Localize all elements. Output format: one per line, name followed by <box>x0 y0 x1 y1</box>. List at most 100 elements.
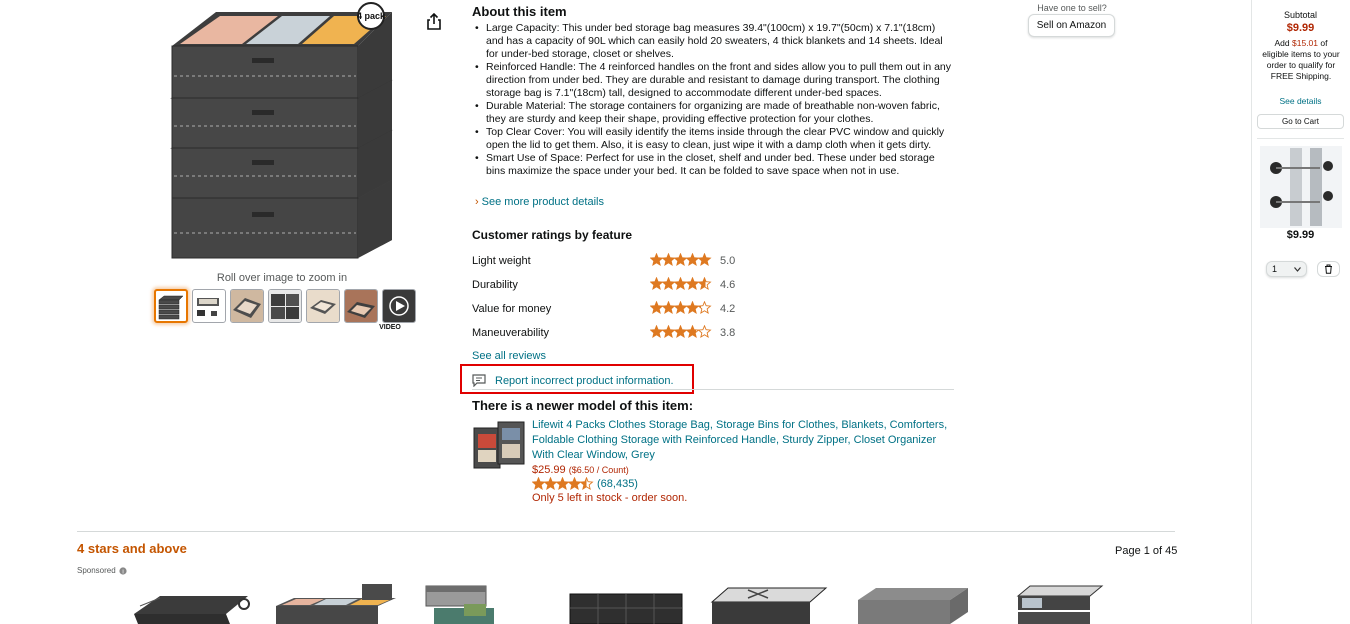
newer-model-image[interactable] <box>472 420 527 472</box>
star-icon <box>579 477 594 490</box>
thumbnail-6[interactable] <box>344 289 378 323</box>
cart-item-price: $9.99 <box>1286 229 1315 241</box>
sell-on-amazon-button[interactable]: Sell on Amazon <box>1028 14 1115 37</box>
star-icon <box>697 301 712 314</box>
sponsored-product-4[interactable] <box>568 584 686 624</box>
star-rating-icon <box>650 325 712 338</box>
see-all-reviews-link[interactable]: See all reviews <box>472 350 546 362</box>
rating-label: Light weight <box>472 255 531 267</box>
thumbnail-5[interactable] <box>306 289 340 323</box>
add-amount: $15.01 <box>1292 38 1319 48</box>
rating-value: 4.2 <box>720 303 736 315</box>
divider <box>472 389 954 390</box>
svg-text:4 pack: 4 pack <box>357 11 386 21</box>
cart-sidebar <box>1251 0 1350 624</box>
zoom-hint: Roll over image to zoom in <box>216 272 348 284</box>
subtotal-value: $9.99 <box>1286 22 1315 34</box>
rating-value: 3.8 <box>720 327 736 339</box>
sponsored-product-1[interactable] <box>130 584 254 624</box>
main-product-image[interactable]: 4 pack <box>166 2 398 266</box>
page-indicator: Page 1 of 45 <box>1115 545 1178 557</box>
star-icon <box>543 477 558 490</box>
about-bullets: Large Capacity: This under bed storage b… <box>473 22 955 178</box>
section-heading: 4 stars and above <box>77 541 187 556</box>
rating-value: 4.6 <box>720 279 736 291</box>
rating-row: Maneuverability 3.8 <box>472 325 752 341</box>
rating-label: Maneuverability <box>472 327 550 339</box>
star-icon <box>555 477 570 490</box>
newer-model-link[interactable]: Lifewit 4 Packs Clothes Storage Bag, Sto… <box>532 418 956 463</box>
sponsored-product-5[interactable] <box>708 584 832 624</box>
star-icon <box>697 277 712 290</box>
see-more-label: See more product details <box>481 196 604 208</box>
video-label: VIDEO <box>379 324 401 331</box>
star-icon <box>685 253 700 266</box>
star-icon <box>650 277 664 290</box>
newer-model-rating[interactable]: (68,435) <box>532 477 638 491</box>
quantity-value: 1 <box>1272 264 1278 274</box>
thumbnail-3[interactable] <box>230 289 264 323</box>
star-icon <box>673 301 688 314</box>
sponsored-product-3[interactable] <box>424 584 520 624</box>
report-label: Report incorrect product information. <box>495 374 674 387</box>
star-icon <box>567 477 582 490</box>
sponsored-text: Sponsored <box>77 566 116 575</box>
star-icon <box>661 253 676 266</box>
newer-model-title: There is a newer model of this item: <box>472 398 694 413</box>
quantity-select[interactable]: 1 <box>1266 261 1307 277</box>
feedback-icon <box>472 374 486 387</box>
star-icon <box>685 301 700 314</box>
star-icon <box>685 325 700 338</box>
thumbnail-4[interactable] <box>268 289 302 323</box>
about-bullet: Smart Use of Space: Perfect for use in t… <box>473 152 955 178</box>
rating-row: Value for money 4.2 <box>472 301 752 317</box>
see-details-link[interactable]: See details <box>1251 96 1350 106</box>
about-bullet: Reinforced Handle: The 4 reinforced hand… <box>473 61 955 100</box>
star-icon <box>697 325 712 338</box>
stock-status: Only 5 left in stock - order soon. <box>532 492 688 504</box>
rating-row: Durability 4.6 <box>472 277 752 293</box>
free-shipping-message: Add $15.01 of eligible items to your ord… <box>1262 38 1340 82</box>
ratings-title: Customer ratings by feature <box>472 228 633 242</box>
svg-text:i: i <box>122 569 123 575</box>
star-icon <box>532 477 546 490</box>
about-title: About this item <box>472 4 567 19</box>
see-more-details-link[interactable]: › See more product details <box>475 196 604 208</box>
sponsored-product-2[interactable] <box>272 584 400 624</box>
star-icon <box>650 253 664 266</box>
thumbnail-1[interactable] <box>154 289 188 323</box>
star-icon <box>661 301 676 314</box>
star-rating-icon <box>650 277 712 290</box>
add-prefix: Add <box>1274 38 1293 48</box>
rating-value: 5.0 <box>720 255 736 267</box>
share-icon[interactable] <box>422 10 446 34</box>
sponsored-label: Sponsored i <box>77 566 127 575</box>
sponsored-product-6[interactable] <box>854 584 974 624</box>
star-icon <box>673 277 688 290</box>
thumbnail-video[interactable] <box>382 289 416 323</box>
star-icon <box>661 277 676 290</box>
rating-label: Value for money <box>472 303 552 315</box>
thumbnail-strip <box>154 289 416 323</box>
divider <box>77 531 1175 532</box>
star-icon <box>673 253 688 266</box>
sponsored-product-7[interactable] <box>1014 584 1104 624</box>
subtotal-label: Subtotal <box>1283 10 1318 20</box>
star-rating-icon <box>532 477 594 490</box>
have-one-to-sell: Have one to sell? <box>1037 3 1107 13</box>
rating-row: Light weight 5.0 <box>472 253 752 269</box>
rating-count: (68,435) <box>597 478 638 490</box>
cart-item-image[interactable] <box>1260 146 1342 228</box>
star-icon <box>661 325 676 338</box>
thumbnail-2[interactable] <box>192 289 226 323</box>
rating-label: Durability <box>472 279 518 291</box>
delete-item-button[interactable] <box>1317 261 1340 277</box>
star-icon <box>650 301 664 314</box>
star-rating-icon <box>650 253 712 266</box>
chevron-right-icon: › <box>475 196 479 208</box>
star-icon <box>685 277 700 290</box>
star-icon <box>673 325 688 338</box>
report-incorrect-info-link[interactable]: Report incorrect product information. <box>472 374 674 387</box>
go-to-cart-button[interactable]: Go to Cart <box>1257 114 1344 129</box>
info-icon[interactable]: i <box>119 566 127 575</box>
